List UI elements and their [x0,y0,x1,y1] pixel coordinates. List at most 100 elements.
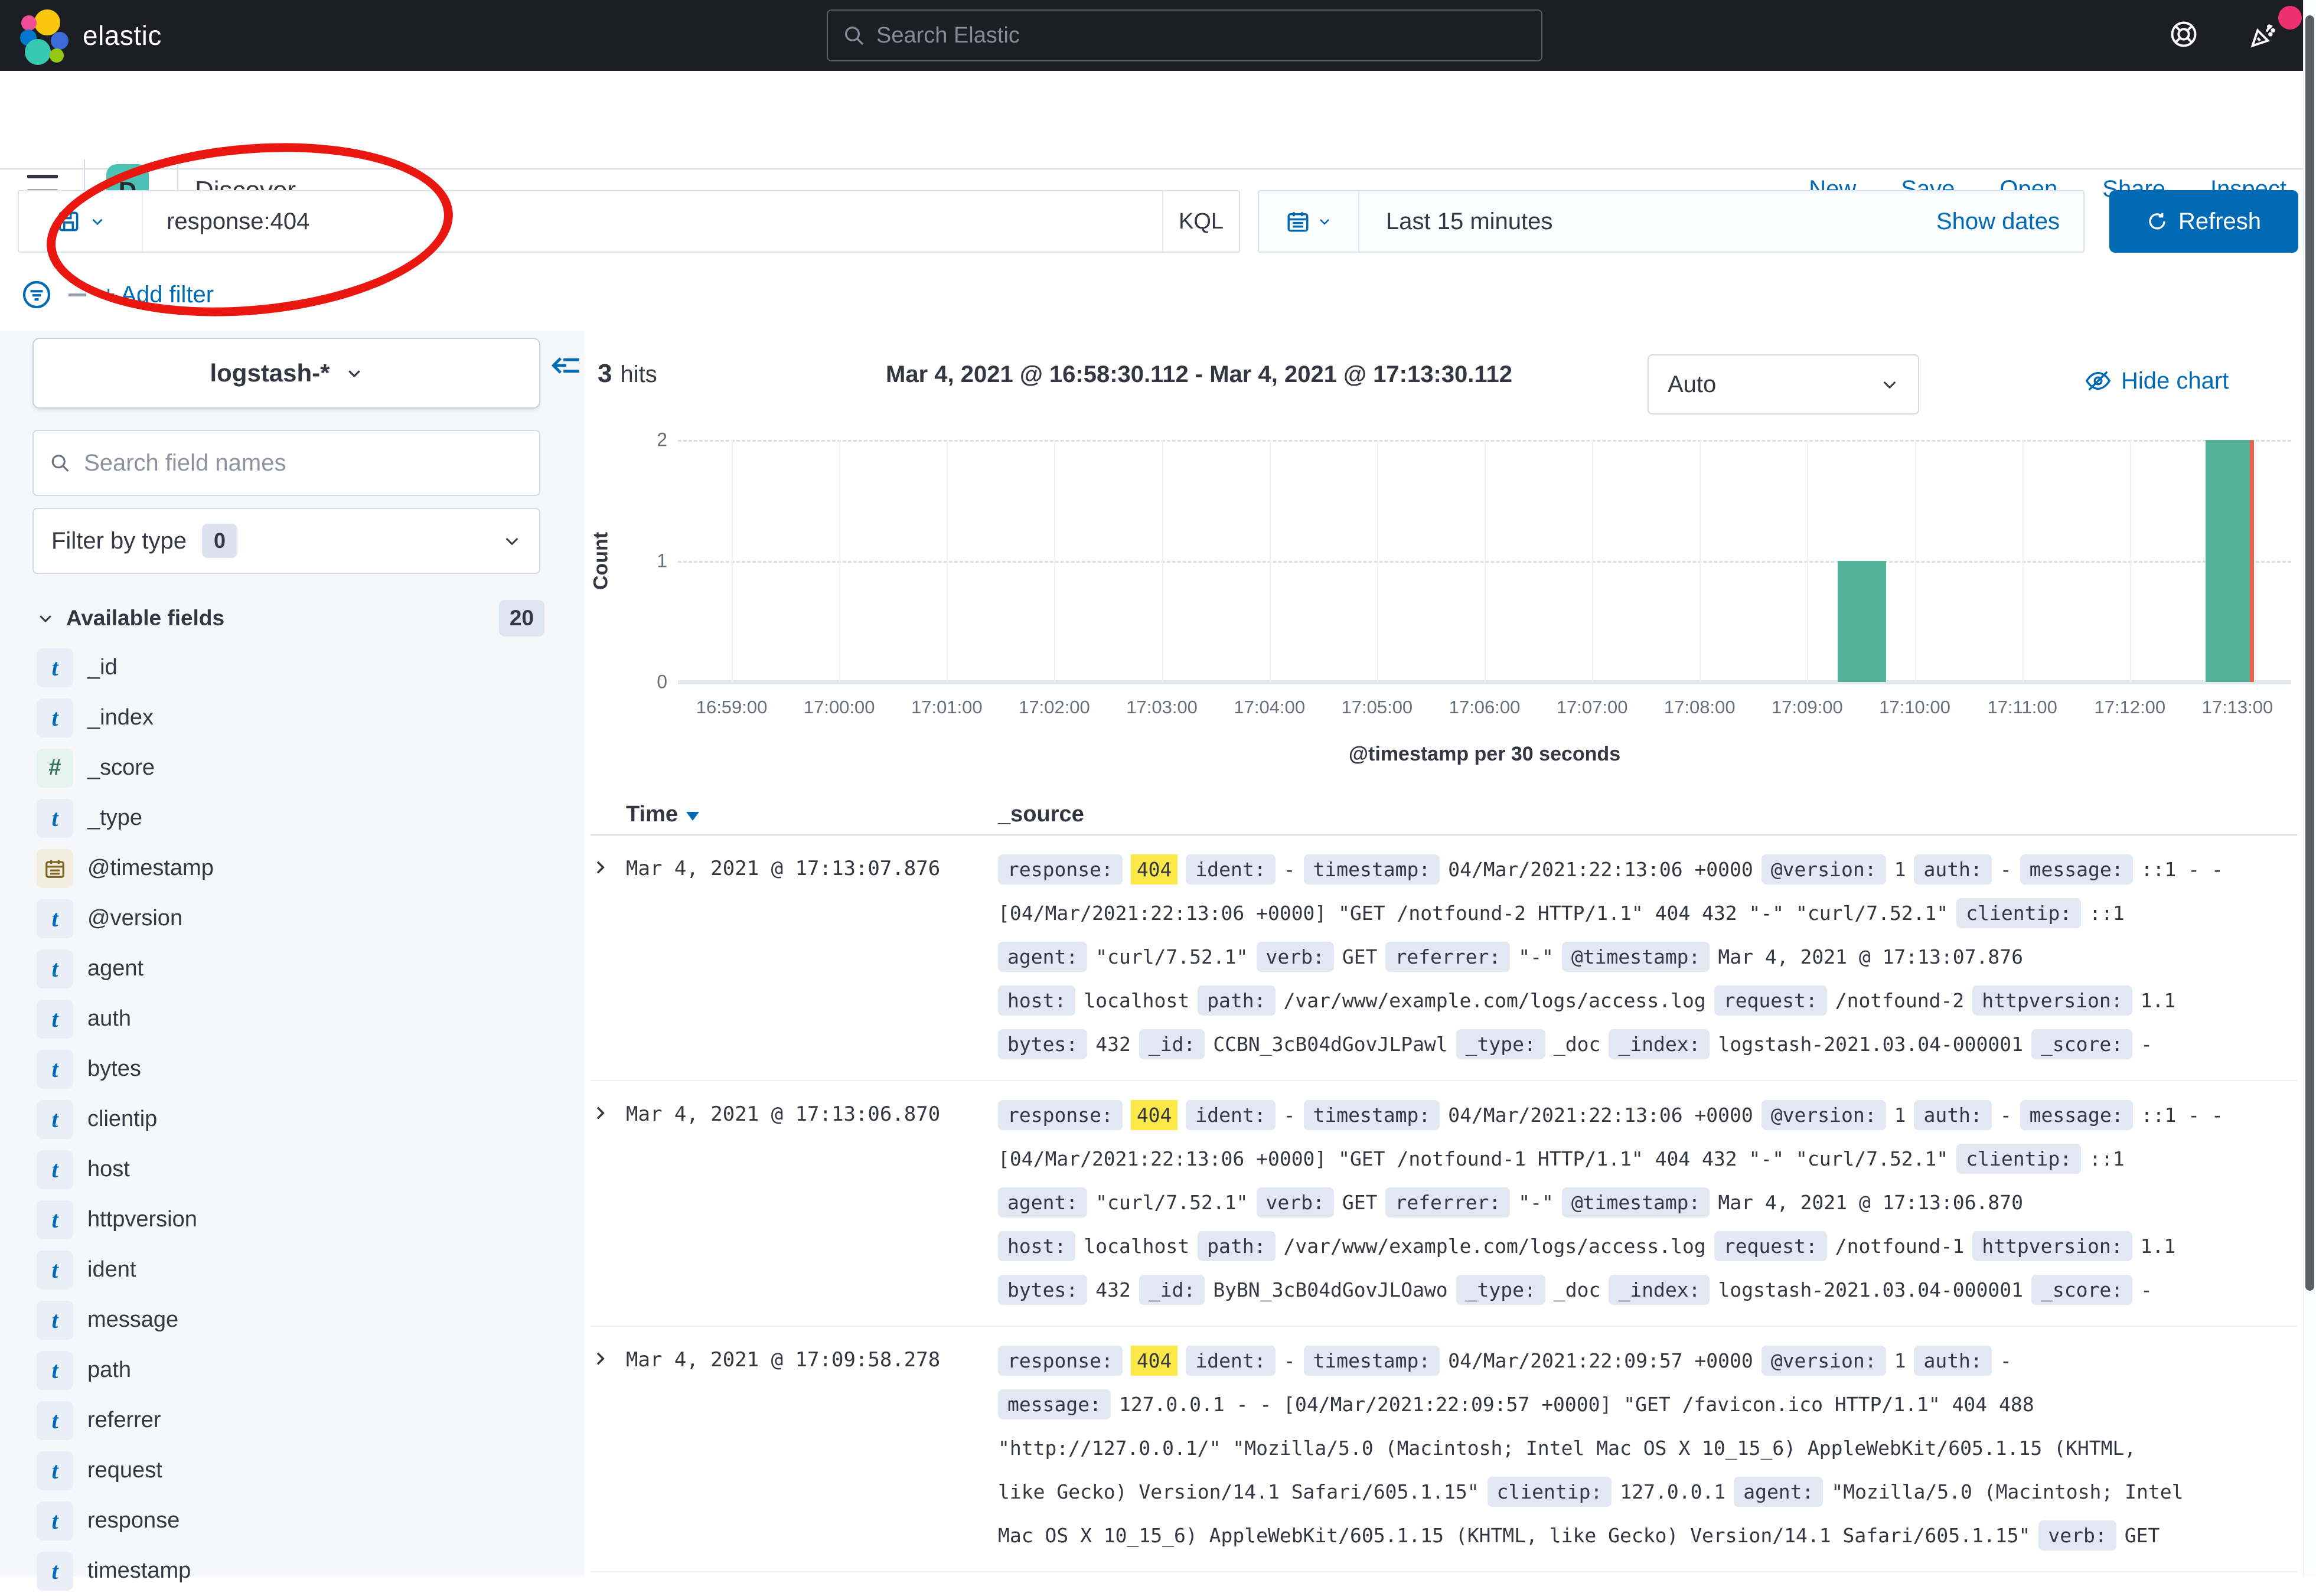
field-name-pill: _id: [1139,1029,1205,1059]
histogram-bar-17:09:30[interactable] [1838,561,1886,682]
field-search-box[interactable] [32,430,540,496]
x-tick-label: 17:02:00 [1019,697,1090,718]
sidebar-field-auth[interactable]: tauth [0,994,585,1044]
field-value: _doc [1554,1033,1600,1056]
field-value: 127.0.0.1 - - [04/Mar/2021:22:09:57 +000… [1119,1393,2034,1416]
sidebar-field-referrer[interactable]: treferrer [0,1395,585,1445]
expand-row-icon[interactable] [591,1343,626,1371]
sidebar-field-timestamp[interactable]: ttimestamp [0,1546,585,1596]
sidebar-field-host[interactable]: thost [0,1144,585,1194]
field-value: Mar 4, 2021 @ 17:13:06.870 [1718,1191,2023,1214]
field-value: ::1 - - [2141,858,2223,881]
query-input[interactable] [143,191,1162,252]
hide-chart-button[interactable]: Hide chart [2085,367,2229,394]
sidebar-field-_index[interactable]: t_index [0,693,585,743]
add-filter-button[interactable]: + Add filter [102,282,214,308]
help-icon[interactable] [2168,19,2199,50]
global-search-input[interactable] [876,23,1527,48]
highlighted-value: 404 [1131,1346,1178,1376]
string-field-type-icon: t [37,1401,73,1440]
sidebar-field-_type[interactable]: t_type [0,793,585,843]
field-value: /var/www/example.com/logs/access.log [1284,989,1706,1012]
time-column-header[interactable]: Time [626,802,998,827]
field-name: host [87,1157,130,1182]
saved-query-icon [56,208,81,234]
interval-select[interactable]: Auto [1648,354,1919,414]
string-field-type-icon: t [37,1502,73,1540]
sidebar-field-@timestamp[interactable]: @timestamp [0,843,585,893]
top-navigation-bar: elastic [0,0,2316,71]
sidebar-field-httpversion[interactable]: thttpversion [0,1194,585,1245]
field-value: - [1284,858,1296,881]
field-name-pill: timestamp: [1304,1346,1440,1376]
field-value: ByBN_3cB04dGovJLOawo [1213,1278,1447,1301]
refresh-button[interactable]: Refresh [2109,190,2298,253]
x-tick-label: 17:09:00 [1772,697,1843,718]
field-value: - [2141,1278,2152,1301]
query-language-button[interactable]: KQL [1162,191,1239,252]
field-value: "Mozilla/5.0 (Macintosh; Intel [1831,1480,2183,1503]
gridline [1700,440,1701,682]
field-name: clientip [87,1107,157,1132]
scrollbar-thumb[interactable] [2305,15,2314,1291]
sidebar-field-bytes[interactable]: tbytes [0,1044,585,1094]
field-name-pill: referrer: [1385,1187,1510,1218]
sidebar-field-@version[interactable]: t @version [0,893,585,944]
newsfeed-icon[interactable] [2249,19,2279,50]
sidebar-field-_score[interactable]: # _score [0,743,585,793]
histogram-bar-17:13:00[interactable] [2206,440,2254,682]
search-icon [49,451,71,475]
sidebar-field-_id[interactable]: t_id [0,642,585,693]
field-name-pill: request: [1714,985,1827,1016]
sidebar-field-request[interactable]: trequest [0,1445,585,1496]
field-value: GET [2125,1524,2160,1547]
field-name-pill: _id: [1139,1275,1205,1305]
x-tick-label: 17:13:00 [2202,697,2273,718]
string-field-type-icon: t [37,1301,73,1340]
string-field-type-icon: t [37,899,73,938]
field-name-pill: bytes: [998,1029,1087,1059]
page-scrollbar[interactable] [2303,0,2316,1577]
table-body: Mar 4, 2021 @ 17:13:07.876response:404id… [591,835,2297,1572]
field-value: GET [1342,1191,1378,1214]
field-value: - [1284,1349,1296,1372]
field-list: t_idt_index # _score t_type@timestamp t @vers… [0,642,585,1596]
field-name: _score [87,755,155,781]
field-value: [04/Mar/2021:22:13:06 +0000] "GET /notfo… [998,902,1948,925]
time-range-value[interactable]: Last 15 minutes [1359,208,1936,235]
x-tick-label: 17:01:00 [911,697,983,718]
field-name-pill: agent: [1734,1477,1823,1507]
field-name-pill: verb: [1257,942,1334,972]
saved-query-menu[interactable] [19,191,143,252]
sidebar-field-ident[interactable]: tident [0,1245,585,1295]
field-search-input[interactable] [84,450,524,476]
field-value: Mar 4, 2021 @ 17:13:07.876 [1718,945,2023,968]
sidebar-field-agent[interactable]: tagent [0,944,585,994]
sidebar-field-response[interactable]: tresponse [0,1496,585,1546]
chevron-down-icon [345,364,363,382]
expand-row-icon[interactable] [591,1098,626,1125]
field-name: @version [87,906,182,931]
number-field-type-icon: # [37,749,73,788]
field-value: - [1284,1104,1296,1127]
sidebar-field-path[interactable]: tpath [0,1345,585,1395]
date-quick-menu[interactable] [1259,191,1359,252]
field-name: message [87,1307,178,1333]
field-name-pill: verb: [1257,1187,1334,1218]
sidebar-field-clientip[interactable]: tclientip [0,1094,585,1144]
index-pattern-select[interactable]: logstash-* [32,338,540,409]
expand-row-icon[interactable] [591,852,626,880]
collapse-sidebar-icon[interactable] [549,348,583,386]
global-search[interactable] [827,9,1542,61]
highlighted-value: 404 [1131,1100,1178,1130]
filter-by-type-select[interactable]: Filter by type 0 [32,508,540,574]
gridline [732,440,733,682]
available-fields-header[interactable]: Available fields 20 [37,598,544,639]
field-value: - [2000,858,2012,881]
field-value: ::1 - - [2141,1104,2223,1127]
show-dates-button[interactable]: Show dates [1936,208,2083,235]
field-name: request [87,1458,162,1483]
field-value: Mac OS X 10_15_6) AppleWebKit/605.1.15 (… [998,1524,2030,1547]
sidebar-field-message[interactable]: t message [0,1295,585,1345]
field-value: 1.1 [2141,989,2176,1012]
